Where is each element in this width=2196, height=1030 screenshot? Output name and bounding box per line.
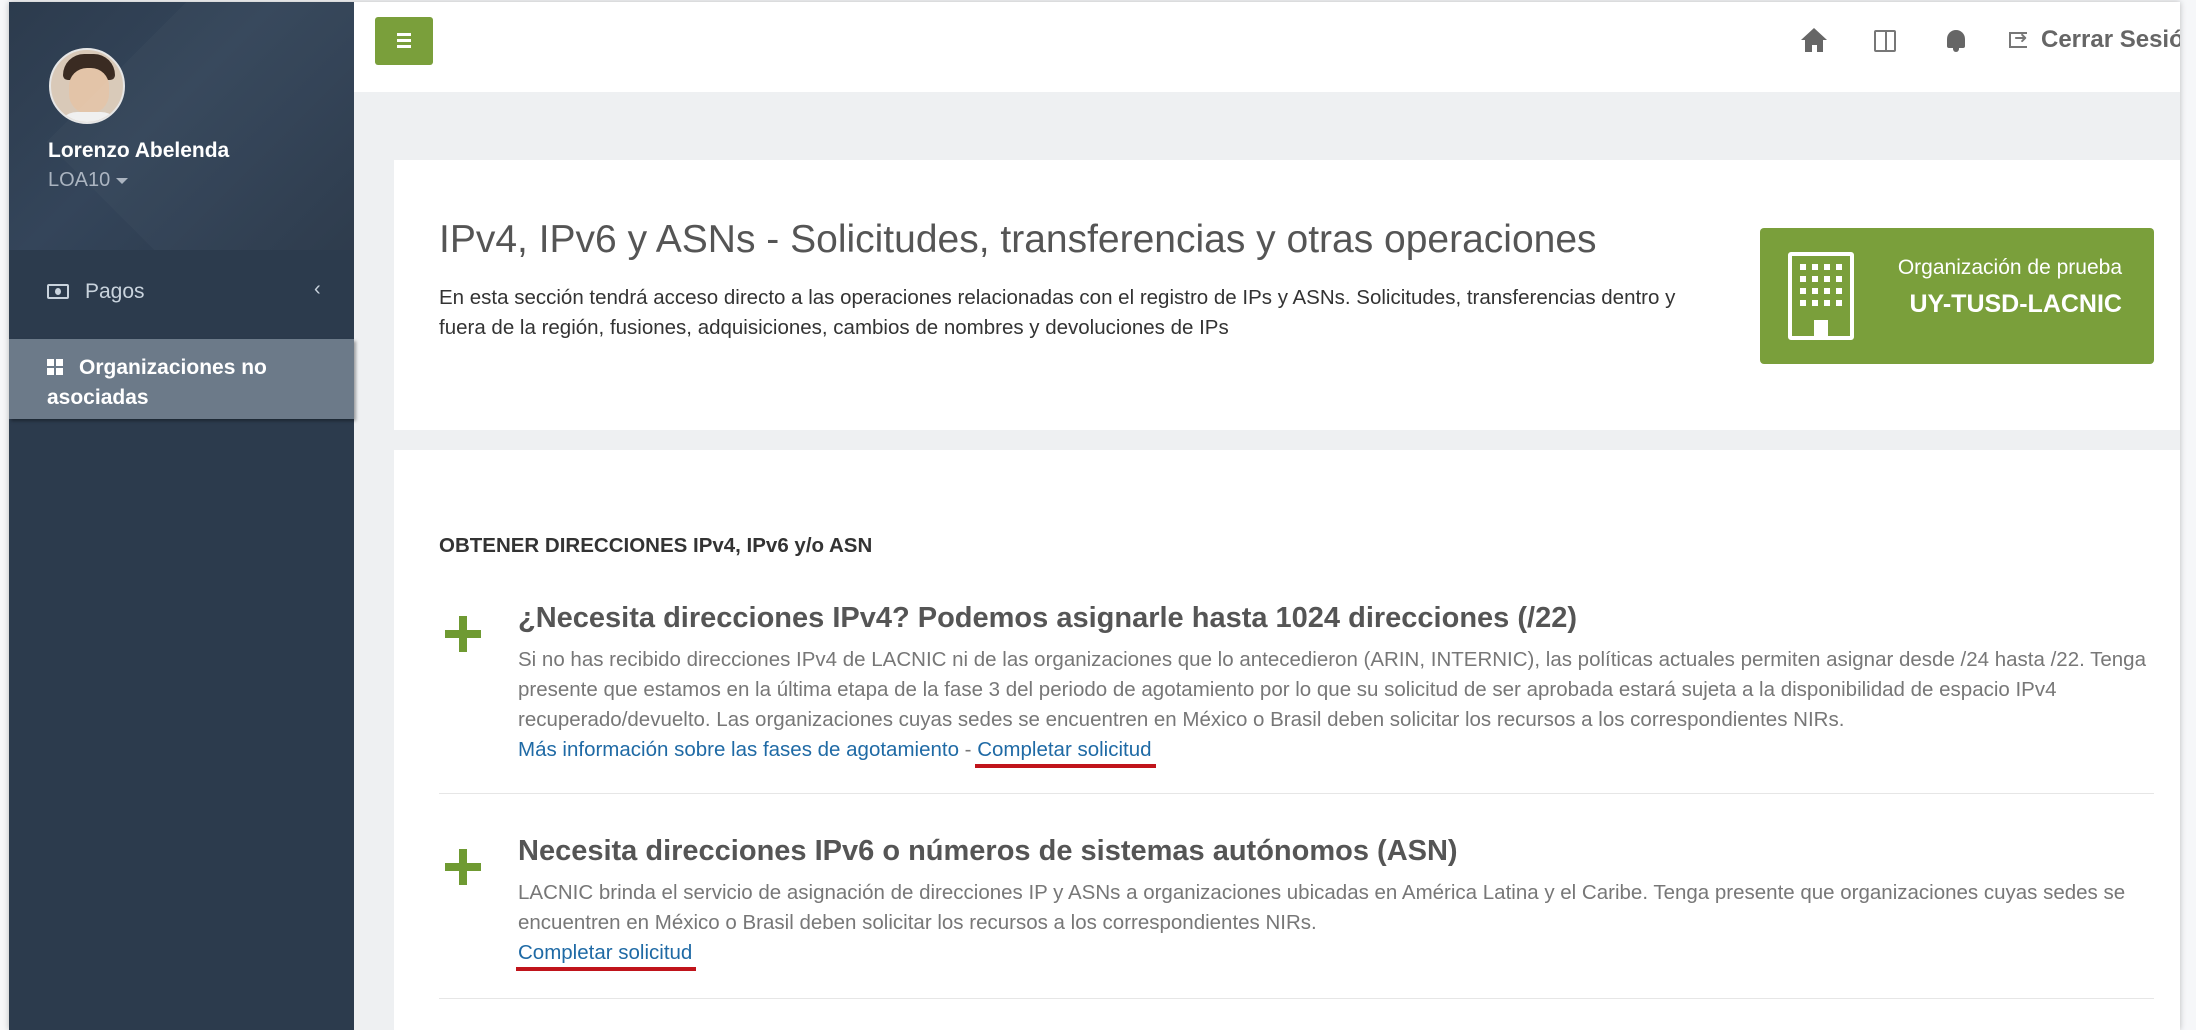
list-item-ipv4: ¿Necesita direcciones IPv4? Podemos asig… (439, 602, 2154, 794)
signout-link[interactable]: Cerrar Sesión (2041, 26, 2180, 54)
organization-label: Organización de prueba (1897, 256, 2122, 279)
plus-icon[interactable] (445, 616, 481, 652)
bell-icon[interactable] (1943, 28, 1969, 54)
language-icon[interactable] (1874, 30, 1896, 52)
money-icon (47, 284, 69, 299)
item-links: Más información sobre las fases de agota… (518, 735, 1156, 768)
item-title: Necesita direcciones IPv6 o números de s… (518, 835, 1458, 867)
item-description: Si no has recibido direcciones IPv4 de L… (518, 648, 2146, 731)
caret-down-icon (116, 177, 129, 184)
list-item-ipv6-asn: Necesita direcciones IPv6 o números de s… (439, 835, 2154, 999)
page-title: IPv4, IPv6 y ASNs - Solicitudes, transfe… (439, 218, 1597, 261)
avatar[interactable] (49, 48, 125, 124)
exhaustion-info-link[interactable]: Más información sobre las fases de agota… (518, 738, 959, 761)
plus-icon[interactable] (445, 849, 481, 885)
menu-toggle-button[interactable] (375, 17, 433, 65)
sidebar-item-organizaciones[interactable]: Organizaciones no asociadas (9, 339, 354, 419)
home-icon[interactable] (1801, 28, 1827, 54)
app-window: Lorenzo Abelenda LOA10 Pagos ‹ Organizac… (9, 2, 2180, 1030)
user-profile: Lorenzo Abelenda LOA10 (9, 2, 354, 250)
sidebar-item-pagos[interactable]: Pagos ‹ (9, 272, 354, 314)
organization-code: UY-TUSD-LACNIC (1909, 290, 2123, 318)
chevron-left-icon: ‹ (314, 278, 321, 300)
building-icon (1788, 252, 1854, 340)
sidebar-item-label: Organizaciones no asociadas (47, 356, 267, 409)
section-title: OBTENER DIRECCIONES IPv4, IPv6 y/o ASN (439, 534, 873, 557)
item-title: ¿Necesita direcciones IPv4? Podemos asig… (518, 602, 1577, 634)
user-code-dropdown[interactable]: LOA10 (48, 169, 129, 192)
red-underline-annotation (975, 764, 1156, 768)
sidebar-item-label: Pagos (85, 280, 145, 303)
user-code: LOA10 (48, 169, 111, 191)
complete-request-link-ipv6[interactable]: Completar solicitud (516, 941, 697, 971)
red-underline-annotation (516, 967, 697, 971)
complete-request-link-ipv4[interactable]: Completar solicitud (975, 738, 1156, 768)
sign-out-icon[interactable] (2009, 28, 2027, 48)
link-separator: - (958, 738, 978, 761)
sidebar: Lorenzo Abelenda LOA10 Pagos ‹ Organizac… (9, 2, 354, 1030)
page-description: En esta sección tendrá acceso directo a … (439, 286, 1676, 339)
top-navbar: Cerrar Sesión (354, 2, 2180, 92)
link-label: Completar solicitud (977, 738, 1152, 761)
item-description: LACNIC brinda el servicio de asignación … (518, 881, 2126, 934)
user-name: Lorenzo Abelenda (48, 139, 230, 162)
organization-box: Organización de prueba UY-TUSD-LACNIC (1760, 228, 2154, 364)
page-header-card: IPv4, IPv6 y ASNs - Solicitudes, transfe… (394, 160, 2180, 430)
operations-card: OBTENER DIRECCIONES IPv4, IPv6 y/o ASN ¿… (394, 450, 2180, 1030)
link-label: Completar solicitud (518, 941, 693, 964)
item-links: Completar solicitud (516, 938, 697, 971)
